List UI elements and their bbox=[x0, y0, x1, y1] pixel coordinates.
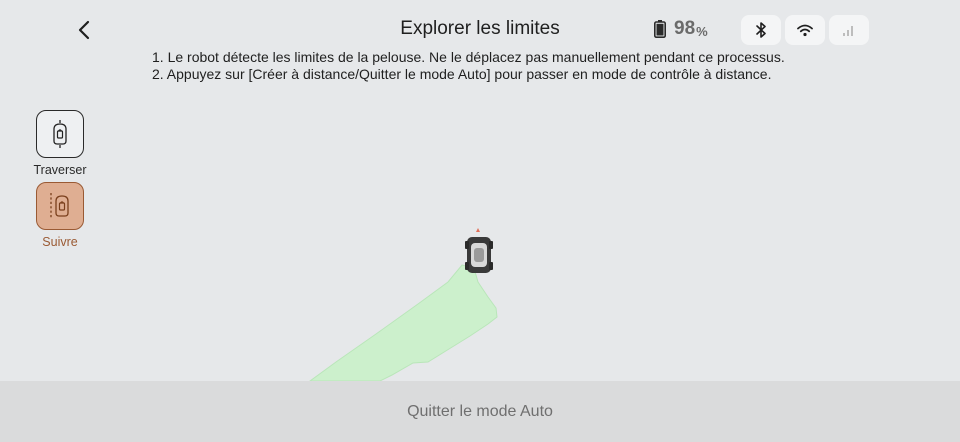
wifi-icon bbox=[797, 24, 813, 37]
traverse-mode-label: Traverser bbox=[33, 163, 87, 177]
battery-status: 98 % bbox=[654, 18, 708, 40]
robot-follow-icon bbox=[50, 193, 69, 219]
mapped-lawn-area bbox=[308, 264, 498, 382]
instruction-line-1: 1. Le robot détecte les limites de la pe… bbox=[152, 49, 785, 65]
chevron-left-icon bbox=[78, 20, 90, 40]
instruction-line-2: 2. Appuyez sur [Créer à distance/Quitter… bbox=[152, 66, 772, 82]
boundary-explore-screen: Explorer les limites 98 % 1. Le robot dé… bbox=[0, 0, 960, 442]
battery-percentage: 98 bbox=[674, 18, 696, 39]
cellular-status[interactable] bbox=[829, 15, 869, 45]
follow-mode-button[interactable] bbox=[36, 182, 84, 230]
instructions: 1. Le robot détecte les limites de la pe… bbox=[152, 49, 785, 83]
exit-auto-mode-button[interactable]: Quitter le mode Auto bbox=[0, 381, 960, 442]
heading-indicator bbox=[476, 228, 480, 232]
robot-traverse-icon bbox=[53, 120, 67, 148]
robot-mower-icon bbox=[465, 228, 493, 273]
bluetooth-status[interactable] bbox=[741, 15, 781, 45]
bluetooth-icon bbox=[756, 22, 766, 38]
back-button[interactable] bbox=[70, 16, 98, 44]
exit-auto-mode-label: Quitter le mode Auto bbox=[407, 402, 553, 420]
wifi-status[interactable] bbox=[785, 15, 825, 45]
battery-icon bbox=[654, 20, 666, 38]
battery-unit: % bbox=[696, 23, 708, 39]
follow-mode-label: Suivre bbox=[42, 235, 78, 249]
cellular-signal-icon bbox=[843, 26, 853, 36]
traverse-mode-button[interactable] bbox=[36, 110, 84, 158]
